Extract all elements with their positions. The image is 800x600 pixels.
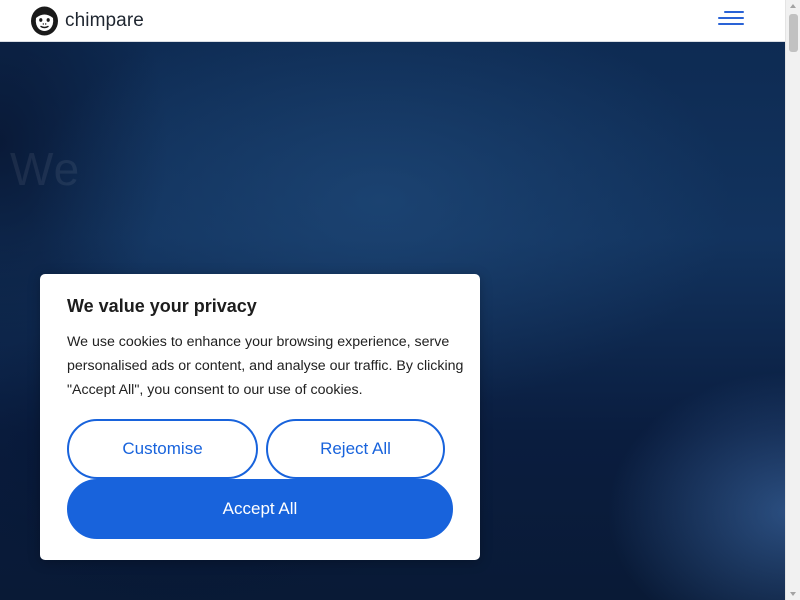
scroll-down-arrow-icon[interactable] bbox=[790, 592, 796, 596]
page-viewport: chimpare We We value your privacy We use… bbox=[0, 0, 785, 600]
vertical-scrollbar[interactable] bbox=[785, 0, 800, 600]
menu-line-top bbox=[724, 11, 744, 13]
site-header: chimpare bbox=[0, 0, 785, 42]
cookie-banner-description: We use cookies to enhance your browsing … bbox=[67, 334, 464, 398]
cookie-banner-title: We value your privacy bbox=[67, 296, 257, 316]
hamburger-menu-icon[interactable] bbox=[714, 9, 744, 31]
scroll-up-arrow-icon[interactable] bbox=[790, 4, 796, 8]
hero-faded-heading: We bbox=[10, 143, 81, 195]
accept-all-button[interactable]: Accept All bbox=[67, 479, 453, 539]
menu-line-middle bbox=[718, 17, 744, 19]
chimp-face-logo-icon bbox=[31, 6, 58, 36]
logo-wordmark: chimpare bbox=[65, 9, 144, 31]
site-logo-link[interactable]: chimpare bbox=[30, 5, 144, 36]
customise-button[interactable]: Customise bbox=[67, 419, 258, 479]
reject-all-button[interactable]: Reject All bbox=[266, 419, 445, 479]
menu-line-bottom bbox=[718, 23, 744, 25]
cookie-consent-banner: We value your privacy We use cookies to … bbox=[40, 274, 480, 560]
scrollbar-thumb[interactable] bbox=[789, 14, 798, 52]
